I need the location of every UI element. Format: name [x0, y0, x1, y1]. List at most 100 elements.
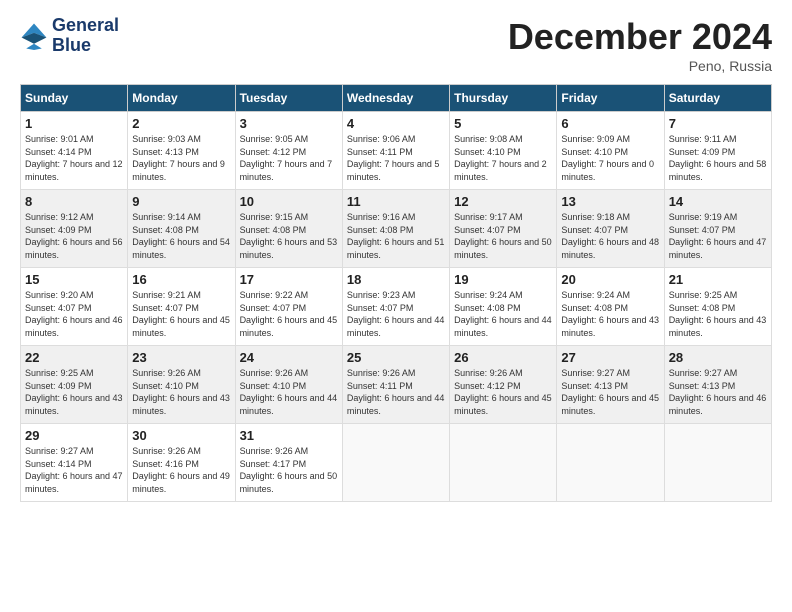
day-cell: 18 Sunrise: 9:23 AMSunset: 4:07 PMDaylig… [342, 268, 449, 346]
cell-info: Sunrise: 9:15 AMSunset: 4:08 PMDaylight:… [240, 212, 338, 260]
day-cell: 31 Sunrise: 9:26 AMSunset: 4:17 PMDaylig… [235, 424, 342, 502]
col-tuesday: Tuesday [235, 85, 342, 112]
day-number: 3 [240, 116, 338, 131]
day-number: 12 [454, 194, 552, 209]
cell-info: Sunrise: 9:26 AMSunset: 4:17 PMDaylight:… [240, 446, 338, 494]
day-number: 10 [240, 194, 338, 209]
cell-info: Sunrise: 9:21 AMSunset: 4:07 PMDaylight:… [132, 290, 230, 338]
day-cell: 4 Sunrise: 9:06 AMSunset: 4:11 PMDayligh… [342, 112, 449, 190]
cell-info: Sunrise: 9:27 AMSunset: 4:13 PMDaylight:… [561, 368, 659, 416]
day-cell: 8 Sunrise: 9:12 AMSunset: 4:09 PMDayligh… [21, 190, 128, 268]
day-number: 8 [25, 194, 123, 209]
day-cell: 1 Sunrise: 9:01 AMSunset: 4:14 PMDayligh… [21, 112, 128, 190]
cell-info: Sunrise: 9:08 AMSunset: 4:10 PMDaylight:… [454, 134, 547, 182]
day-number: 6 [561, 116, 659, 131]
logo: General Blue [20, 16, 119, 56]
day-number: 4 [347, 116, 445, 131]
cell-info: Sunrise: 9:14 AMSunset: 4:08 PMDaylight:… [132, 212, 230, 260]
day-cell: 12 Sunrise: 9:17 AMSunset: 4:07 PMDaylig… [450, 190, 557, 268]
cell-info: Sunrise: 9:24 AMSunset: 4:08 PMDaylight:… [561, 290, 659, 338]
cell-info: Sunrise: 9:18 AMSunset: 4:07 PMDaylight:… [561, 212, 659, 260]
day-number: 17 [240, 272, 338, 287]
cell-info: Sunrise: 9:06 AMSunset: 4:11 PMDaylight:… [347, 134, 440, 182]
day-number: 24 [240, 350, 338, 365]
week-row-4: 22 Sunrise: 9:25 AMSunset: 4:09 PMDaylig… [21, 346, 772, 424]
day-number: 28 [669, 350, 767, 365]
day-number: 18 [347, 272, 445, 287]
day-cell: 10 Sunrise: 9:15 AMSunset: 4:08 PMDaylig… [235, 190, 342, 268]
week-row-1: 1 Sunrise: 9:01 AMSunset: 4:14 PMDayligh… [21, 112, 772, 190]
day-cell: 21 Sunrise: 9:25 AMSunset: 4:08 PMDaylig… [664, 268, 771, 346]
day-number: 23 [132, 350, 230, 365]
day-cell: 28 Sunrise: 9:27 AMSunset: 4:13 PMDaylig… [664, 346, 771, 424]
cell-info: Sunrise: 9:26 AMSunset: 4:10 PMDaylight:… [240, 368, 338, 416]
day-number: 20 [561, 272, 659, 287]
day-cell: 22 Sunrise: 9:25 AMSunset: 4:09 PMDaylig… [21, 346, 128, 424]
day-cell: 29 Sunrise: 9:27 AMSunset: 4:14 PMDaylig… [21, 424, 128, 502]
logo-icon [20, 22, 48, 50]
cell-info: Sunrise: 9:26 AMSunset: 4:16 PMDaylight:… [132, 446, 230, 494]
day-number: 19 [454, 272, 552, 287]
col-monday: Monday [128, 85, 235, 112]
day-cell: 15 Sunrise: 9:20 AMSunset: 4:07 PMDaylig… [21, 268, 128, 346]
cell-info: Sunrise: 9:25 AMSunset: 4:08 PMDaylight:… [669, 290, 767, 338]
cell-info: Sunrise: 9:11 AMSunset: 4:09 PMDaylight:… [669, 134, 767, 182]
day-cell: 6 Sunrise: 9:09 AMSunset: 4:10 PMDayligh… [557, 112, 664, 190]
logo-line1: General [52, 16, 119, 36]
day-cell: 25 Sunrise: 9:26 AMSunset: 4:11 PMDaylig… [342, 346, 449, 424]
day-number: 26 [454, 350, 552, 365]
cell-info: Sunrise: 9:17 AMSunset: 4:07 PMDaylight:… [454, 212, 552, 260]
day-cell: 16 Sunrise: 9:21 AMSunset: 4:07 PMDaylig… [128, 268, 235, 346]
day-cell: 2 Sunrise: 9:03 AMSunset: 4:13 PMDayligh… [128, 112, 235, 190]
month-title: December 2024 [508, 16, 772, 58]
cell-info: Sunrise: 9:27 AMSunset: 4:13 PMDaylight:… [669, 368, 767, 416]
cell-info: Sunrise: 9:24 AMSunset: 4:08 PMDaylight:… [454, 290, 552, 338]
col-thursday: Thursday [450, 85, 557, 112]
cell-info: Sunrise: 9:26 AMSunset: 4:10 PMDaylight:… [132, 368, 230, 416]
cell-info: Sunrise: 9:03 AMSunset: 4:13 PMDaylight:… [132, 134, 225, 182]
header: General Blue December 2024 Peno, Russia [20, 16, 772, 74]
day-number: 22 [25, 350, 123, 365]
day-cell: 3 Sunrise: 9:05 AMSunset: 4:12 PMDayligh… [235, 112, 342, 190]
title-area: December 2024 Peno, Russia [508, 16, 772, 74]
day-number: 29 [25, 428, 123, 443]
day-cell: 27 Sunrise: 9:27 AMSunset: 4:13 PMDaylig… [557, 346, 664, 424]
week-row-3: 15 Sunrise: 9:20 AMSunset: 4:07 PMDaylig… [21, 268, 772, 346]
day-number: 7 [669, 116, 767, 131]
day-cell: 14 Sunrise: 9:19 AMSunset: 4:07 PMDaylig… [664, 190, 771, 268]
page-container: General Blue December 2024 Peno, Russia … [0, 0, 792, 512]
day-number: 25 [347, 350, 445, 365]
day-number: 14 [669, 194, 767, 209]
day-cell: 23 Sunrise: 9:26 AMSunset: 4:10 PMDaylig… [128, 346, 235, 424]
day-number: 2 [132, 116, 230, 131]
col-wednesday: Wednesday [342, 85, 449, 112]
col-friday: Friday [557, 85, 664, 112]
day-number: 27 [561, 350, 659, 365]
col-saturday: Saturday [664, 85, 771, 112]
day-cell: 13 Sunrise: 9:18 AMSunset: 4:07 PMDaylig… [557, 190, 664, 268]
cell-info: Sunrise: 9:01 AMSunset: 4:14 PMDaylight:… [25, 134, 123, 182]
day-number: 5 [454, 116, 552, 131]
day-cell: 5 Sunrise: 9:08 AMSunset: 4:10 PMDayligh… [450, 112, 557, 190]
cell-info: Sunrise: 9:27 AMSunset: 4:14 PMDaylight:… [25, 446, 123, 494]
day-cell: 30 Sunrise: 9:26 AMSunset: 4:16 PMDaylig… [128, 424, 235, 502]
day-number: 13 [561, 194, 659, 209]
day-number: 15 [25, 272, 123, 287]
day-cell: 26 Sunrise: 9:26 AMSunset: 4:12 PMDaylig… [450, 346, 557, 424]
day-cell: 24 Sunrise: 9:26 AMSunset: 4:10 PMDaylig… [235, 346, 342, 424]
day-number: 9 [132, 194, 230, 209]
day-cell: 19 Sunrise: 9:24 AMSunset: 4:08 PMDaylig… [450, 268, 557, 346]
day-number: 16 [132, 272, 230, 287]
location: Peno, Russia [508, 58, 772, 74]
day-number: 31 [240, 428, 338, 443]
cell-info: Sunrise: 9:12 AMSunset: 4:09 PMDaylight:… [25, 212, 123, 260]
day-number: 11 [347, 194, 445, 209]
day-number: 1 [25, 116, 123, 131]
cell-info: Sunrise: 9:26 AMSunset: 4:11 PMDaylight:… [347, 368, 445, 416]
col-sunday: Sunday [21, 85, 128, 112]
cell-info: Sunrise: 9:19 AMSunset: 4:07 PMDaylight:… [669, 212, 767, 260]
day-cell: 20 Sunrise: 9:24 AMSunset: 4:08 PMDaylig… [557, 268, 664, 346]
day-cell: 7 Sunrise: 9:11 AMSunset: 4:09 PMDayligh… [664, 112, 771, 190]
cell-info: Sunrise: 9:25 AMSunset: 4:09 PMDaylight:… [25, 368, 123, 416]
cell-info: Sunrise: 9:22 AMSunset: 4:07 PMDaylight:… [240, 290, 338, 338]
